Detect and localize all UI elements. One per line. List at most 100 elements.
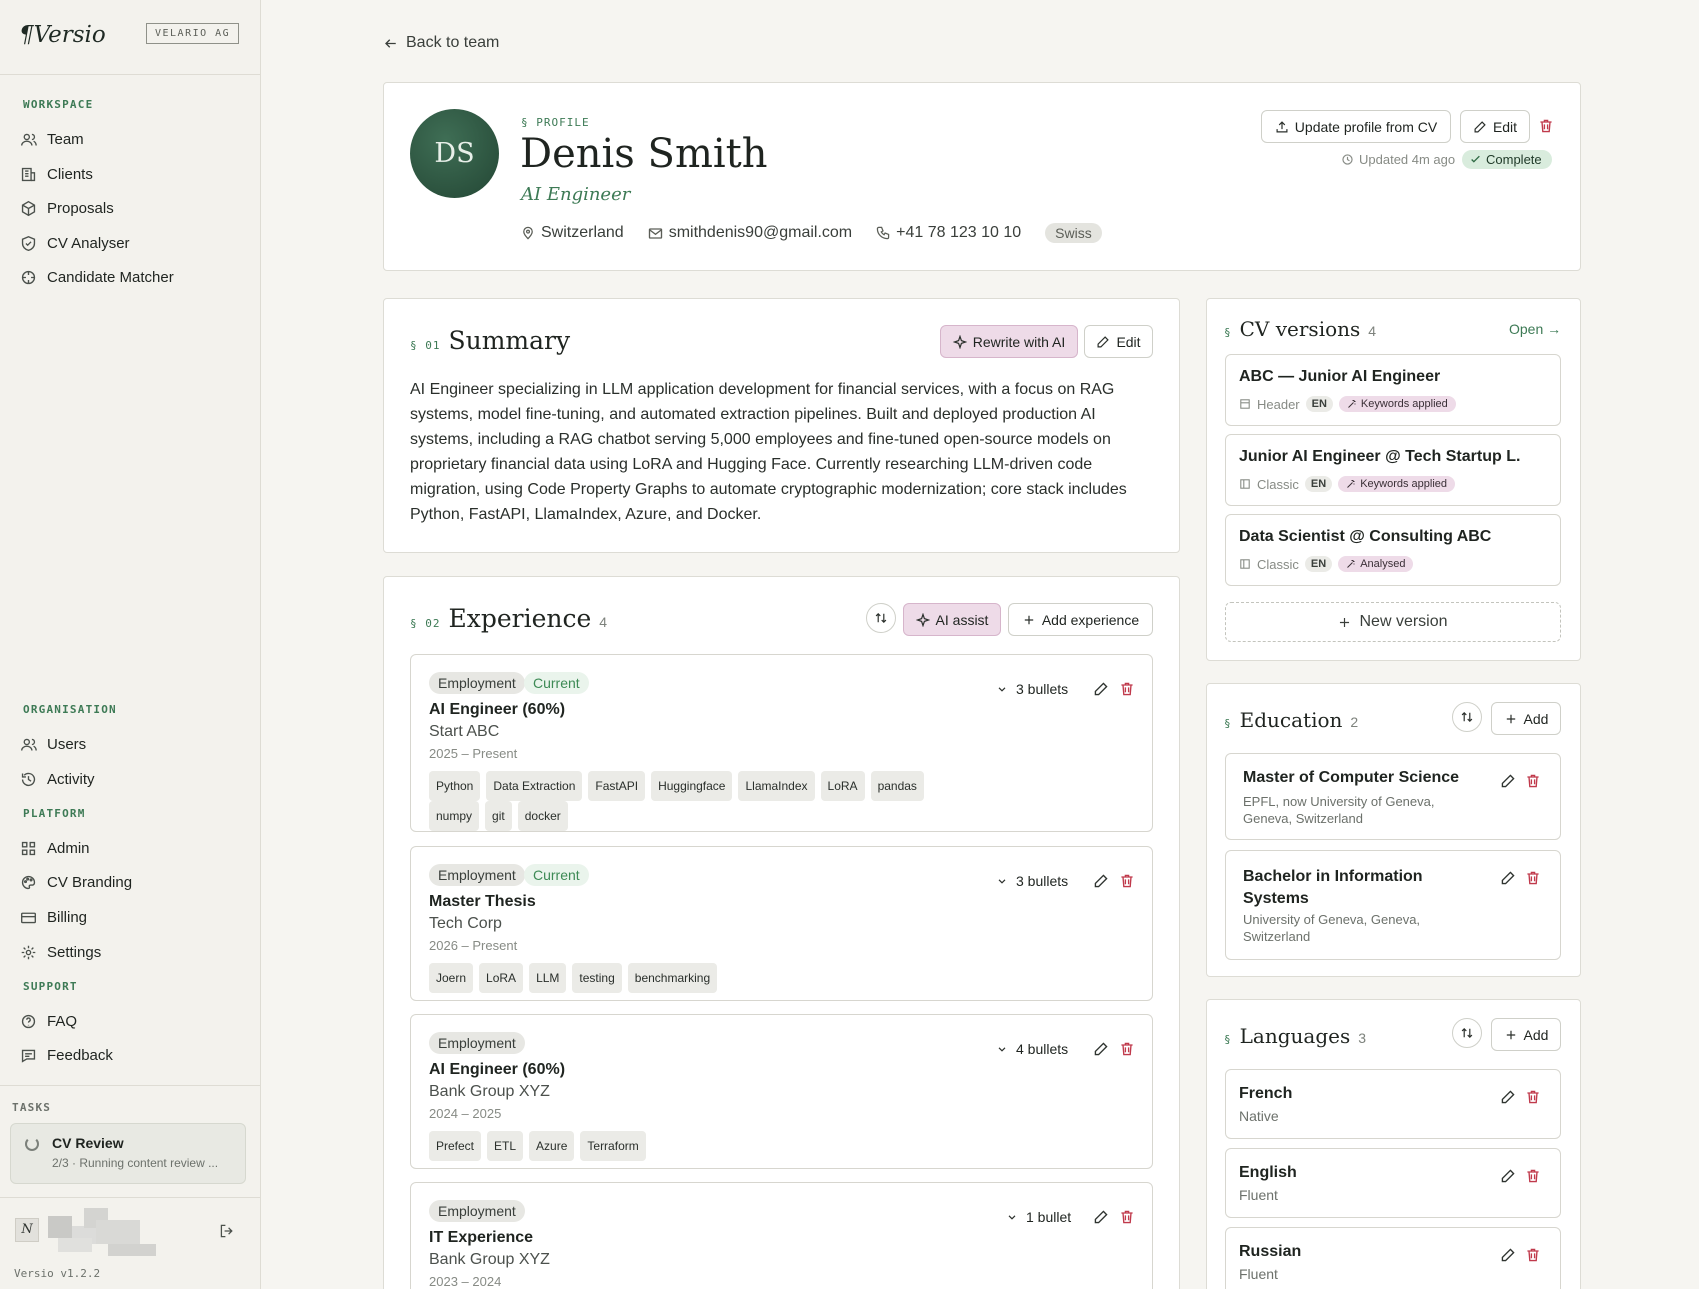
task-card[interactable]: CV Review 2/3 · Running content review .…: [10, 1123, 246, 1184]
app-logo[interactable]: ¶Versio: [19, 22, 106, 48]
delete-entry-button[interactable]: [1119, 1209, 1135, 1225]
delete-language-button[interactable]: [1525, 1247, 1541, 1263]
sidebar-item-faq[interactable]: FAQ: [20, 1009, 77, 1033]
users-icon: [21, 133, 37, 146]
education-title: Bachelor in Information Systems: [1243, 868, 1423, 907]
columns-icon: [1240, 559, 1250, 569]
trash-icon: [1527, 1169, 1539, 1183]
bullets-toggle[interactable]: 3 bullets: [996, 681, 1068, 697]
sort-icon: [1461, 1027, 1473, 1039]
summary-edit-button[interactable]: Edit: [1084, 325, 1153, 358]
edit-entry-button[interactable]: [1093, 1041, 1109, 1057]
language-level: Fluent: [1239, 1266, 1278, 1282]
sidebar-item-settings[interactable]: Settings: [20, 940, 101, 964]
cv-version-item[interactable]: Junior AI Engineer @ Tech Startup L. Cla…: [1225, 434, 1561, 506]
edit-education-button[interactable]: [1500, 870, 1516, 886]
profile-phone[interactable]: +41 78 123 10 10: [876, 224, 1021, 242]
sidebar-item-activity[interactable]: Activity: [20, 767, 95, 791]
entry-title: AI Engineer (60%): [429, 1061, 566, 1078]
skill-tag: numpy: [429, 801, 480, 831]
education-item[interactable]: Master of Computer Science EPFL, now Uni…: [1225, 753, 1561, 840]
edit-education-button[interactable]: [1500, 773, 1516, 789]
logout-icon[interactable]: [219, 1223, 235, 1239]
sidebar-item-label: Clients: [47, 165, 93, 183]
ai-assist-button[interactable]: AI assist: [903, 603, 1001, 636]
edit-language-button[interactable]: [1500, 1168, 1516, 1184]
experience-card: § 02 Experience 4 AI assist Add experien…: [383, 576, 1180, 1289]
sort-experience-button[interactable]: [866, 603, 896, 633]
experience-entry[interactable]: Employment Current 3 bullets Master Thes…: [410, 846, 1153, 1001]
delete-entry-button[interactable]: [1119, 1041, 1135, 1057]
sidebar-item-admin[interactable]: Admin: [20, 836, 90, 860]
entry-dates: 2025 – Present: [429, 746, 518, 761]
sidebar-item-cv-branding[interactable]: CV Branding: [20, 870, 132, 894]
delete-entry-button[interactable]: [1119, 681, 1135, 697]
sidebar-item-cv-analyser[interactable]: CV Analyser: [20, 231, 130, 255]
sidebar-item-candidate-matcher[interactable]: Candidate Matcher: [20, 265, 174, 289]
type-badge: Employment: [429, 672, 525, 694]
skill-tags: Python Data Extraction FastAPI Huggingface L…: [429, 771, 1129, 831]
sidebar-item-clients[interactable]: Clients: [20, 162, 93, 186]
palette-icon: [21, 875, 36, 889]
language-item[interactable]: French Native: [1225, 1069, 1561, 1139]
summary-header: § 01 Summary: [410, 326, 570, 355]
skill-tag: Terraform: [580, 1131, 646, 1161]
edit-language-button[interactable]: [1500, 1247, 1516, 1263]
edit-entry-button[interactable]: [1093, 1209, 1109, 1225]
trash-icon: [1540, 119, 1552, 133]
profile-edit-button[interactable]: Edit: [1460, 110, 1530, 143]
delete-language-button[interactable]: [1525, 1168, 1541, 1184]
sidebar-item-users[interactable]: Users: [20, 732, 86, 756]
open-cv-versions-link[interactable]: Open →: [1509, 321, 1561, 337]
add-experience-button[interactable]: Add experience: [1008, 603, 1153, 636]
delete-language-button[interactable]: [1525, 1089, 1541, 1105]
skill-tag: Python: [429, 771, 481, 801]
plus-icon: [1506, 714, 1515, 723]
button-label: Edit: [1116, 333, 1141, 350]
bullets-count: 4 bullets: [1016, 1041, 1069, 1057]
section-number: § 02: [410, 617, 441, 630]
sidebar-item-proposals[interactable]: Proposals: [20, 196, 114, 220]
sidebar-item-team[interactable]: Team: [20, 127, 84, 151]
back-to-team-link[interactable]: Back to team: [383, 34, 499, 52]
rewrite-with-ai-button[interactable]: Rewrite with AI: [940, 325, 1078, 358]
user-avatar[interactable]: N: [15, 1218, 39, 1242]
sort-education-button[interactable]: [1452, 702, 1482, 732]
edit-language-button[interactable]: [1500, 1089, 1516, 1105]
section-number: §: [1224, 326, 1232, 339]
bullets-toggle[interactable]: 1 bullet: [1006, 1209, 1071, 1225]
language-item[interactable]: Russian Fluent: [1225, 1227, 1561, 1289]
language-item[interactable]: English Fluent: [1225, 1148, 1561, 1218]
entry-title: Master Thesis: [429, 893, 536, 910]
delete-entry-button[interactable]: [1119, 873, 1135, 889]
experience-entry[interactable]: Employment 1 bullet IT Experience Bank G…: [410, 1182, 1153, 1289]
cv-version-item[interactable]: Data Scientist @ Consulting ABC Classic …: [1225, 514, 1561, 586]
sort-languages-button[interactable]: [1452, 1018, 1482, 1048]
add-education-button[interactable]: Add: [1491, 702, 1561, 735]
profile-email[interactable]: smithdenis90@gmail.com: [648, 224, 852, 242]
experience-entry[interactable]: Employment Current 3 bullets AI Engineer…: [410, 654, 1153, 832]
delete-education-button[interactable]: [1525, 870, 1541, 886]
delete-profile-button[interactable]: [1538, 118, 1554, 134]
edit-entry-button[interactable]: [1093, 873, 1109, 889]
sidebar-item-billing[interactable]: Billing: [20, 905, 87, 929]
bullets-toggle[interactable]: 4 bullets: [996, 1041, 1068, 1057]
sidebar-item-label: Team: [47, 130, 84, 148]
skill-tags: Joern LoRA LLM testing benchmarking: [429, 963, 1129, 993]
skill-tag: FastAPI: [588, 771, 646, 801]
experience-entry[interactable]: Employment 4 bullets AI Engineer (60%) B…: [410, 1014, 1153, 1169]
education-item[interactable]: Bachelor in Information Systems Universi…: [1225, 850, 1561, 960]
status-text: Complete: [1486, 152, 1542, 167]
bullets-toggle[interactable]: 3 bullets: [996, 873, 1068, 889]
org-badge[interactable]: VELARIO AG: [146, 23, 240, 44]
phone-icon: [876, 226, 890, 240]
new-version-button[interactable]: New version: [1225, 602, 1561, 642]
cv-version-item[interactable]: ABC — Junior AI Engineer Header EN Keywo…: [1225, 354, 1561, 426]
edit-entry-button[interactable]: [1093, 681, 1109, 697]
update-from-cv-button[interactable]: Update profile from CV: [1261, 110, 1451, 143]
add-language-button[interactable]: Add: [1491, 1018, 1561, 1051]
skill-tag: Azure: [529, 1131, 575, 1161]
tasks-divider: [0, 1085, 260, 1086]
delete-education-button[interactable]: [1525, 773, 1541, 789]
sidebar-item-feedback[interactable]: Feedback: [20, 1043, 113, 1067]
